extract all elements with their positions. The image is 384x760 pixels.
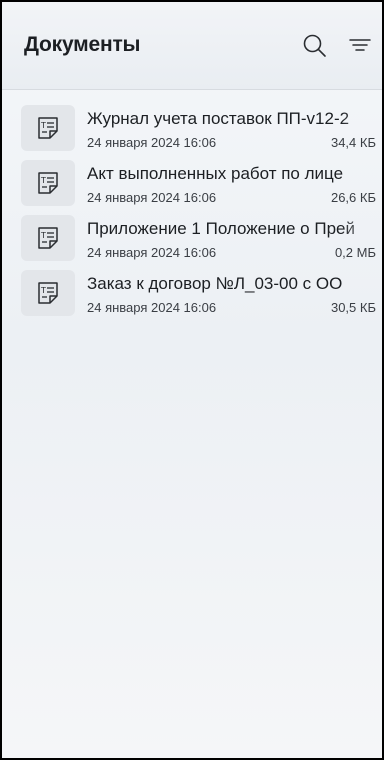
svg-text:T: T [40,176,46,185]
document-date: 24 января 2024 16:06 [87,300,217,315]
search-button[interactable] [299,30,331,62]
app-header: Документы [2,2,382,90]
svg-text:T: T [40,286,46,295]
document-item[interactable]: T Заказ к договор №Л_03-00 с ОО 24 январ… [2,263,382,318]
document-icon: T [21,215,75,261]
document-name: Заказ к договор №Л_03-00 с ОО [87,274,343,293]
documents-list: T Журнал учета поставок ПП-v12-2 24 янва… [2,98,382,318]
filter-button[interactable] [344,30,376,62]
document-name: Журнал учета поставок ПП-v12-2 [87,109,350,128]
app-screen: Документы T Журнал учета поставок ПП-v12… [0,0,384,760]
document-size: 26,6 КБ [330,190,376,205]
document-item[interactable]: T Приложение 1 Положение о Прей 24 январ… [2,208,382,263]
document-name: Акт выполненных работ по лице [87,164,344,183]
document-date: 24 января 2024 16:06 [87,135,217,150]
svg-text:T: T [40,231,46,240]
document-date: 24 января 2024 16:06 [87,245,217,260]
page-title: Документы [24,33,141,56]
document-item[interactable]: T Журнал учета поставок ПП-v12-2 24 янва… [2,98,382,153]
filter-icon [349,39,371,51]
svg-text:T: T [40,121,46,130]
document-icon: T [21,270,75,316]
document-size: 34,4 КБ [330,135,376,150]
search-icon [303,34,326,57]
document-size: 0,2 МБ [334,245,376,260]
document-name: Приложение 1 Положение о Прей [87,219,355,238]
document-size: 30,5 КБ [330,300,376,315]
document-item[interactable]: T Акт выполненных работ по лице 24 январ… [2,153,382,208]
document-icon: T [21,105,75,151]
document-date: 24 января 2024 16:06 [87,190,217,205]
document-icon: T [21,160,75,206]
